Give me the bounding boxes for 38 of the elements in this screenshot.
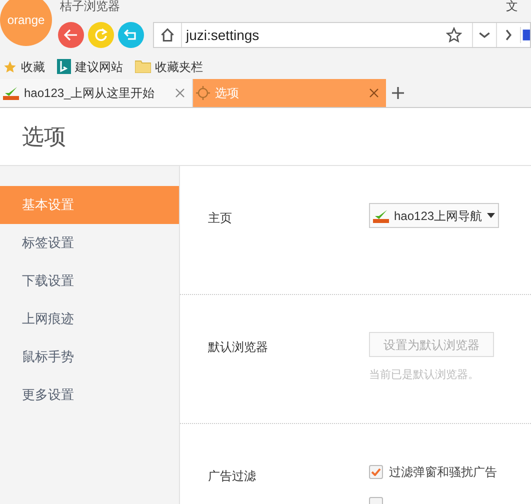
sidebar-item[interactable]: 下载设置 (0, 262, 179, 300)
bookmark-link[interactable]: 收藏夹栏 (155, 58, 203, 76)
sidebar-item[interactable]: 上网痕迹 (0, 300, 179, 338)
menu-item[interactable]: 文 (506, 0, 518, 13)
address-bar[interactable]: juzi:settings (153, 22, 531, 48)
checkbox-label: 过滤弹窗和骚扰广告 (389, 464, 497, 481)
folder-icon (135, 60, 151, 73)
page-title: 选项 (22, 123, 66, 151)
homepage-dropdown[interactable]: hao123上网导航 (369, 203, 500, 228)
return-arrow-icon (124, 29, 138, 41)
setting-label: 默认浏览器 (208, 339, 269, 356)
sidebar-item[interactable]: 标签设置 (0, 224, 179, 262)
window-title: 桔子浏览器 (60, 0, 120, 15)
close-icon[interactable] (369, 88, 379, 98)
url-text: juzi:settings (186, 26, 260, 45)
sidebar-item[interactable]: 更多设置 (0, 376, 179, 414)
hao-logo-icon (3, 86, 19, 100)
browser-tab[interactable]: hao123_上网从这里开始 (0, 79, 193, 107)
close-icon[interactable] (175, 88, 185, 98)
bookmark-link[interactable]: 收藏 (21, 58, 45, 76)
back-button[interactable] (58, 22, 84, 48)
back-arrow-icon (64, 29, 78, 41)
sidebar-item[interactable]: 鼠标手势 (0, 338, 179, 376)
gear-icon (196, 86, 210, 100)
caret-icon (487, 213, 496, 218)
hao-logo-icon (373, 208, 389, 222)
b-logo-icon (57, 59, 71, 74)
setting-label: 广告过滤 (208, 468, 257, 485)
tab-label: 选项 (215, 85, 240, 102)
bookmark-link[interactable]: 建议网站 (75, 58, 123, 76)
refresh-icon (94, 28, 108, 42)
status-note: 当前已是默认浏览器。 (369, 368, 480, 383)
star-icon (3, 60, 17, 74)
undo-button[interactable] (118, 22, 144, 48)
tab-label: hao123_上网从这里开始 (24, 85, 156, 102)
star-outline-icon[interactable] (446, 27, 462, 43)
setting-label: 主页 (208, 210, 233, 227)
checkbox[interactable] (369, 465, 383, 479)
